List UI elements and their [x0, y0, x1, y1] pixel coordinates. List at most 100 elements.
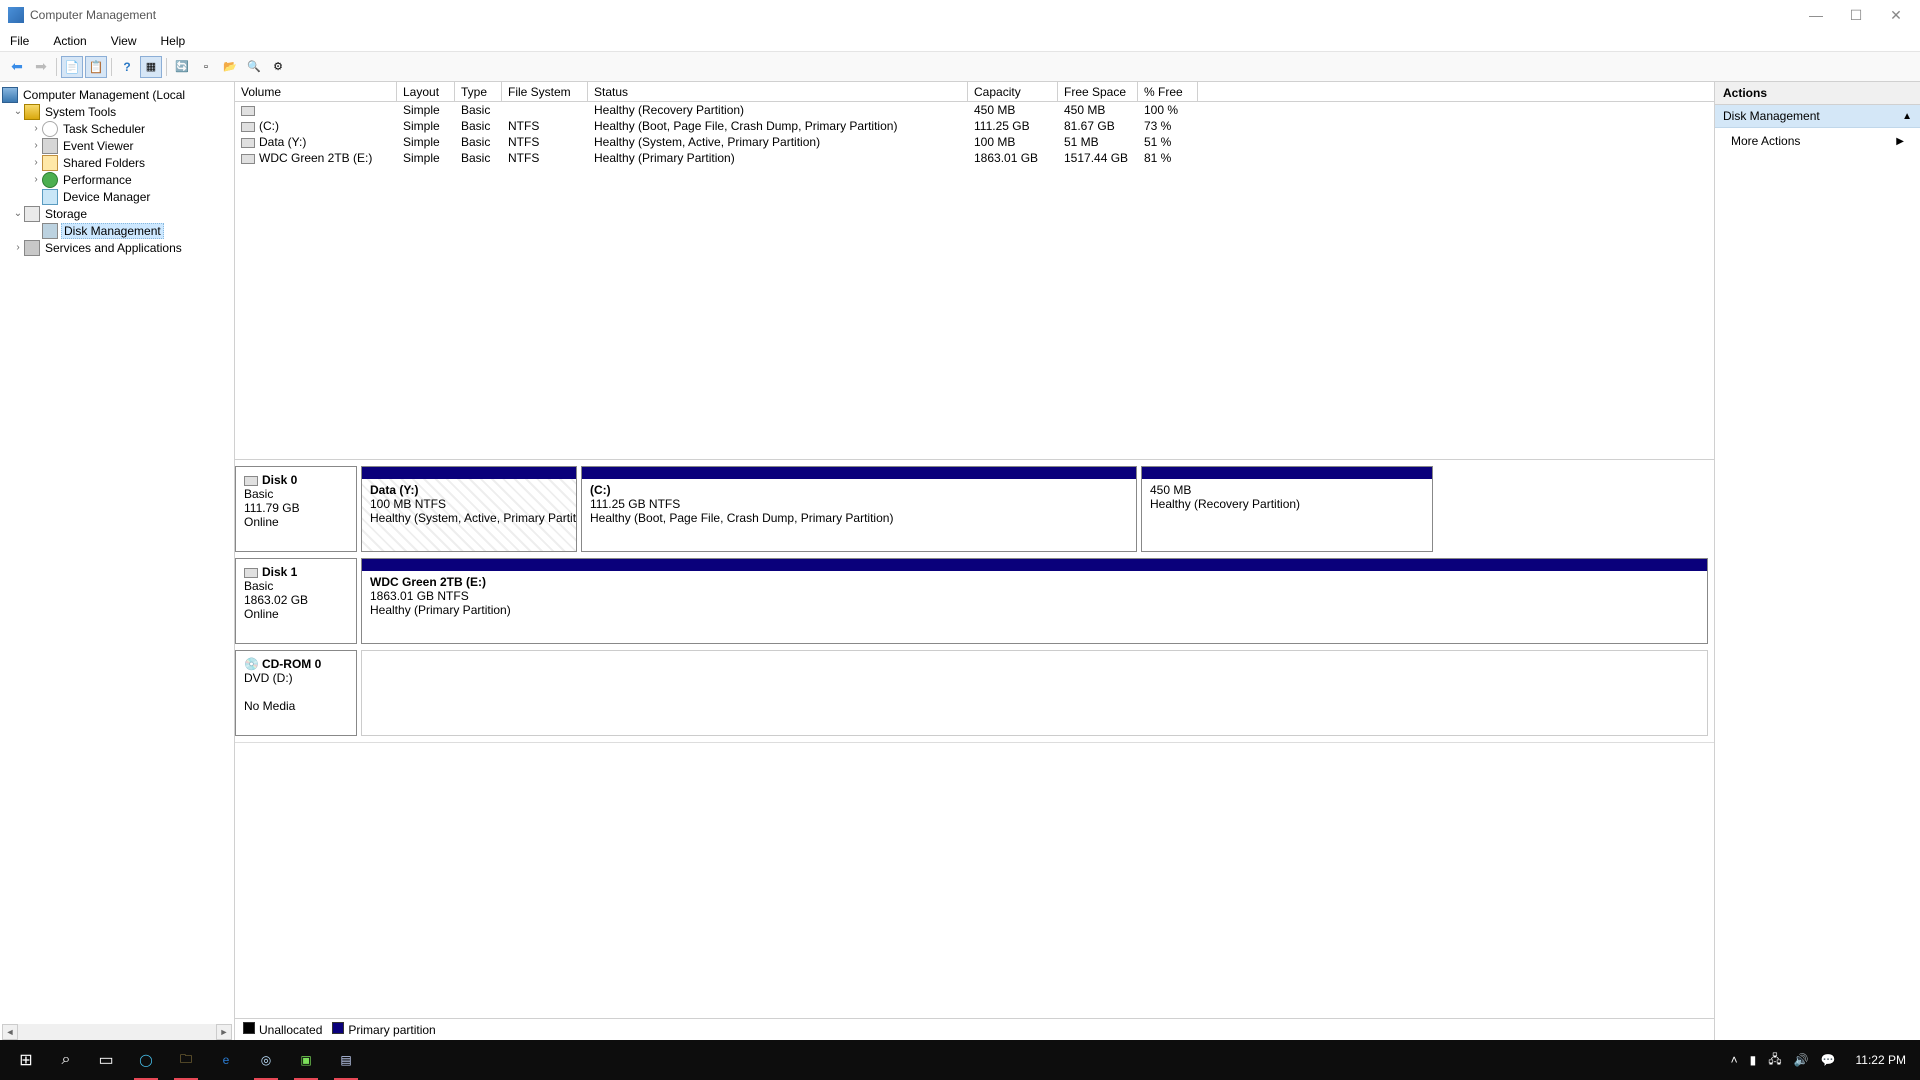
tray-volume-icon[interactable]: 🔊 [1794, 1053, 1809, 1067]
expand-icon[interactable]: › [12, 242, 24, 253]
menu-file[interactable]: File [6, 32, 33, 50]
expand-icon[interactable]: › [30, 157, 42, 168]
table-row[interactable]: SimpleBasicHealthy (Recovery Partition)4… [235, 102, 1714, 118]
refresh-button[interactable]: 🔄 [171, 56, 193, 78]
edge-button[interactable]: e [210, 1044, 242, 1076]
cortana-button[interactable]: ◯ [130, 1044, 162, 1076]
cdrom-info[interactable]: 💿CD-ROM 0 DVD (D:) No Media [235, 650, 357, 736]
scroll-right-button[interactable]: ► [216, 1024, 232, 1040]
generic-icon: ▫ [204, 61, 208, 73]
cdrom-icon: 💿 [244, 657, 259, 671]
collapse-icon[interactable]: ⌄ [12, 208, 24, 219]
minimize-button[interactable]: — [1808, 7, 1824, 23]
menu-action[interactable]: Action [49, 32, 90, 50]
tb-view-button[interactable]: ▦ [140, 56, 162, 78]
partition-recovery[interactable]: 450 MB Healthy (Recovery Partition) [1141, 466, 1433, 552]
actions-section-label: Disk Management [1723, 109, 1820, 123]
app-button-a[interactable]: ▣ [290, 1044, 322, 1076]
services-icon [24, 240, 40, 256]
tree-storage[interactable]: ⌄ Storage [0, 205, 234, 222]
tree-shared-folders[interactable]: › Shared Folders [0, 154, 234, 171]
tree-root[interactable]: Computer Management (Local [0, 86, 234, 103]
col-type[interactable]: Type [455, 82, 502, 101]
tree-scrollbar[interactable]: ◄ ► [2, 1024, 232, 1040]
app-button-b[interactable]: ▤ [330, 1044, 362, 1076]
toolbar-separator [111, 58, 112, 76]
cdrom-status: No Media [244, 699, 348, 713]
taskbar-clock[interactable]: 11:22 PM [1856, 1053, 1906, 1067]
partition-c[interactable]: (C:) 111.25 GB NTFS Healthy (Boot, Page … [581, 466, 1137, 552]
tree-event-viewer[interactable]: › Event Viewer [0, 137, 234, 154]
tree-panel: Computer Management (Local ⌄ System Tool… [0, 82, 235, 1040]
disk-title: Disk 0 [262, 473, 297, 487]
expand-icon[interactable]: › [30, 140, 42, 151]
expand-icon[interactable]: › [30, 174, 42, 185]
tree-system-tools[interactable]: ⌄ System Tools [0, 103, 234, 120]
menu-help[interactable]: Help [157, 32, 190, 50]
tree-device-manager[interactable]: Device Manager [0, 188, 234, 205]
storage-icon [24, 206, 40, 222]
tray-action-center-icon[interactable]: 💬 [1821, 1053, 1836, 1067]
table-row[interactable]: Data (Y:)SimpleBasicNTFSHealthy (System,… [235, 134, 1714, 150]
tree-label: Device Manager [61, 190, 152, 204]
col-free[interactable]: Free Space [1058, 82, 1138, 101]
col-layout[interactable]: Layout [397, 82, 455, 101]
more-actions[interactable]: More Actions ▶ [1715, 128, 1920, 154]
partition-title: Data (Y:) [370, 483, 568, 497]
tree-label: Services and Applications [43, 241, 184, 255]
tb-btn-d[interactable]: ⚙ [267, 56, 289, 78]
maximize-button[interactable]: ☐ [1848, 7, 1864, 23]
generic-icon: 🔍 [247, 60, 261, 73]
start-button[interactable]: ⊞ [10, 1044, 42, 1076]
col-volume[interactable]: Volume [235, 82, 397, 101]
tree-services-apps[interactable]: › Services and Applications [0, 239, 234, 256]
table-row[interactable]: WDC Green 2TB (E:)SimpleBasicNTFSHealthy… [235, 150, 1714, 166]
tb-btn-a[interactable]: ▫ [195, 56, 217, 78]
tray-battery-icon[interactable]: ▮ [1750, 1053, 1757, 1067]
arrow-left-icon: ⬅ [11, 58, 23, 75]
tray-chevron-icon[interactable]: ˄ [1731, 1053, 1738, 1067]
partition-data-y[interactable]: Data (Y:) 100 MB NTFS Healthy (System, A… [361, 466, 577, 552]
tb-btn-b[interactable]: 📂 [219, 56, 241, 78]
generic-icon: 📂 [223, 60, 237, 73]
disk-size: 1863.02 GB [244, 593, 348, 607]
legend-primary-swatch [332, 1022, 344, 1034]
table-header: Volume Layout Type File System Status Ca… [235, 82, 1714, 102]
expand-icon[interactable]: › [30, 123, 42, 134]
back-button[interactable]: ⬅ [6, 56, 28, 78]
close-button[interactable]: ✕ [1888, 7, 1904, 23]
disk-1-info[interactable]: Disk 1 Basic 1863.02 GB Online [235, 558, 357, 644]
partition-size: 450 MB [1150, 483, 1424, 497]
show-hide-tree-button[interactable]: 📄 [61, 56, 83, 78]
partition-bar [362, 467, 576, 479]
task-view-button[interactable]: ▭ [90, 1044, 122, 1076]
col-filesystem[interactable]: File System [502, 82, 588, 101]
col-pct[interactable]: % Free [1138, 82, 1198, 101]
tray-network-icon[interactable]: 🖧 [1768, 1050, 1781, 1071]
tree-task-scheduler[interactable]: › Task Scheduler [0, 120, 234, 137]
scroll-left-button[interactable]: ◄ [2, 1024, 18, 1040]
tree-performance[interactable]: › Performance [0, 171, 234, 188]
app-icon [8, 7, 24, 23]
actions-section[interactable]: Disk Management ▲ [1715, 105, 1920, 128]
tb-btn-c[interactable]: 🔍 [243, 56, 265, 78]
help-button[interactable]: ? [116, 56, 138, 78]
disk-icon [244, 568, 258, 578]
collapse-icon: ▲ [1902, 111, 1912, 122]
arrow-right-icon: ➡ [35, 58, 47, 75]
col-capacity[interactable]: Capacity [968, 82, 1058, 101]
steam-button[interactable]: ◎ [250, 1044, 282, 1076]
submenu-icon: ▶ [1896, 136, 1904, 147]
col-status[interactable]: Status [588, 82, 968, 101]
table-row[interactable]: (C:)SimpleBasicNTFSHealthy (Boot, Page F… [235, 118, 1714, 134]
clock-icon [42, 121, 58, 137]
file-explorer-button[interactable]: 🗀 [170, 1044, 202, 1076]
forward-button[interactable]: ➡ [30, 56, 52, 78]
collapse-icon[interactable]: ⌄ [12, 106, 24, 117]
show-hide-action-button[interactable]: 📋 [85, 56, 107, 78]
tree-disk-management[interactable]: Disk Management [0, 222, 234, 239]
disk-0-info[interactable]: Disk 0 Basic 111.79 GB Online [235, 466, 357, 552]
partition-wdc-green[interactable]: WDC Green 2TB (E:) 1863.01 GB NTFS Healt… [361, 558, 1708, 644]
menu-view[interactable]: View [107, 32, 141, 50]
search-button[interactable]: ⌕ [50, 1044, 82, 1076]
